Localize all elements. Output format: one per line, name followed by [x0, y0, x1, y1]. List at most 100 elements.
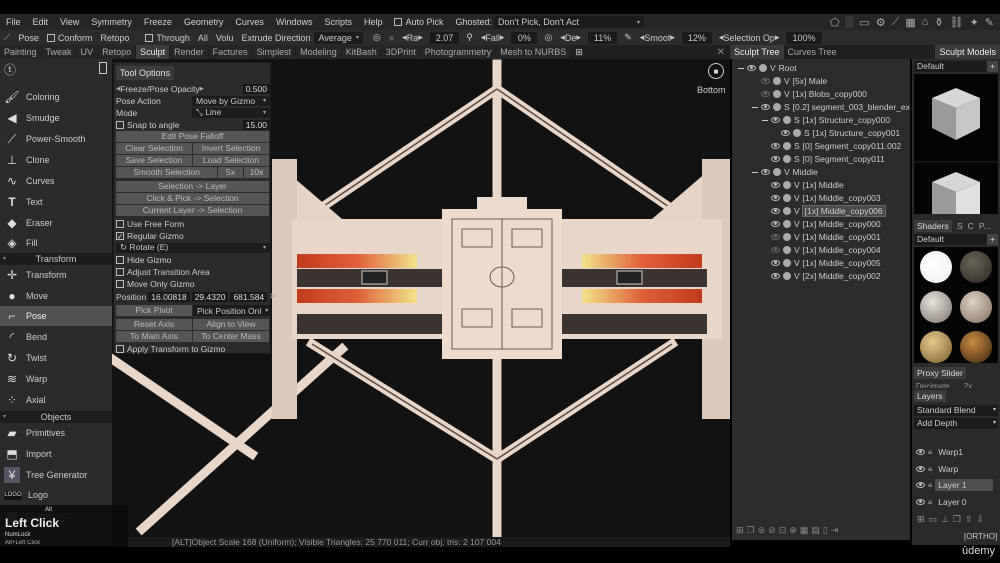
tool-text[interactable]: T Text: [0, 192, 112, 212]
pose-action-dropdown[interactable]: Move by Gizmo ▾: [192, 95, 270, 106]
shading-dot-icon[interactable]: [759, 64, 767, 72]
load-selection-button[interactable]: Load Selection: [193, 155, 270, 166]
conform-checkbox[interactable]: Conform: [43, 33, 97, 43]
mode-dropdown[interactable]: ⤡ Line ▾: [192, 107, 270, 118]
radius-value[interactable]: 2.07: [429, 31, 460, 44]
merge-down-icon[interactable]: ⊥: [941, 514, 949, 525]
add-volume-icon[interactable]: ⊞: [736, 525, 744, 536]
shading-dot-icon[interactable]: [783, 116, 791, 124]
smooth-value[interactable]: 12%: [681, 31, 712, 44]
layer-visibility-icon[interactable]: [916, 498, 925, 505]
delete-icon[interactable]: ▯: [823, 525, 828, 536]
collapse-icon[interactable]: [738, 67, 744, 69]
tree-row[interactable]: V [1x] Middle_copy006: [771, 205, 886, 217]
tool-curves[interactable]: ∿ Curves: [0, 171, 112, 191]
clone-object-icon[interactable]: ❐: [747, 525, 755, 536]
position-x-input[interactable]: 16.00818: [148, 291, 190, 302]
layer-row[interactable]: 🔒︎ Warp1: [916, 446, 966, 458]
shader-tab-s[interactable]: S: [957, 221, 963, 231]
tree-row[interactable]: V [2x] Middle_copy002: [771, 270, 881, 282]
menu-file[interactable]: File: [0, 17, 27, 27]
shading-dot-icon[interactable]: [783, 259, 791, 267]
tab-modeling[interactable]: Modeling: [296, 45, 341, 59]
visibility-eye-icon[interactable]: [761, 169, 770, 175]
shader-white[interactable]: [920, 251, 952, 283]
shader-pearl[interactable]: [960, 291, 992, 323]
tree-row[interactable]: V [1x] Middle_copy005: [771, 257, 881, 269]
shaders-tab[interactable]: Shaders: [914, 220, 952, 232]
tool-import[interactable]: ⬒ Import: [0, 444, 112, 464]
menu-symmetry[interactable]: Symmetry: [85, 17, 138, 27]
tab-tweak[interactable]: Tweak: [41, 45, 76, 59]
chain-brush-icon[interactable]: ⟋: [892, 16, 900, 29]
layer-lock-icon[interactable]: 🔒︎: [928, 447, 932, 457]
visibility-eye-icon[interactable]: [771, 234, 780, 240]
pick-pivot-button[interactable]: Pick Pivot: [116, 305, 193, 316]
shading-dot-icon[interactable]: [793, 129, 801, 137]
tab-3dprint[interactable]: 3DPrint: [381, 45, 420, 59]
apply-transform-checkbox[interactable]: Apply Transform to Gizmo: [116, 343, 270, 354]
fur-icon[interactable]: ▒: [846, 16, 854, 28]
menu-help[interactable]: Help: [358, 17, 389, 27]
layer-lock-icon[interactable]: 🔒︎: [928, 480, 932, 490]
hide-gizmo-checkbox[interactable]: Hide Gizmo: [116, 254, 270, 265]
regular-gizmo-checkbox[interactable]: Regular Gizmo: [116, 230, 270, 241]
tab-kitbash[interactable]: KitBash: [341, 45, 381, 59]
close-icon[interactable]: ✕: [717, 47, 725, 58]
blend-mode-dropdown[interactable]: Standard Blend ▾: [914, 405, 998, 416]
position-z-input[interactable]: 681.584: [230, 291, 268, 302]
to-main-axis-button[interactable]: To Main Axis: [116, 331, 193, 342]
radius-label[interactable]: ◂ Ra ▸: [398, 32, 427, 43]
collapse-icon[interactable]: [752, 171, 758, 173]
align-to-view-button[interactable]: Align to View: [193, 319, 270, 330]
clear-selection-button[interactable]: Clear Selection: [116, 143, 193, 154]
objects-section-header[interactable]: Objects: [0, 411, 112, 423]
layer-lock-icon[interactable]: 🔒︎: [928, 497, 932, 507]
tab-factures[interactable]: Factures: [208, 45, 252, 59]
to-center-mass-button[interactable]: To Center Mass: [193, 331, 270, 342]
tool-bend[interactable]: ◜ Bend: [0, 327, 112, 347]
tree-row[interactable]: S [0.2] segment_003_blender_ex: [752, 101, 910, 113]
menu-view[interactable]: View: [54, 17, 85, 27]
shading-dot-icon[interactable]: [783, 220, 791, 228]
pentagon-icon[interactable]: ⬠: [830, 16, 840, 29]
visibility-eye-icon[interactable]: [771, 221, 780, 227]
shading-dot-icon[interactable]: [783, 194, 791, 202]
add-tab-icon[interactable]: ⊞: [571, 45, 587, 59]
extrude-dropdown[interactable]: Average ▾: [314, 31, 363, 44]
opacity-value[interactable]: 0.500: [242, 83, 270, 94]
tool-power-smooth[interactable]: ⟋ Power-Smooth: [0, 129, 112, 149]
pen-icon[interactable]: ✎: [985, 16, 994, 29]
shading-dot-icon[interactable]: [773, 103, 781, 111]
tab-retopo[interactable]: Retopo: [98, 45, 136, 59]
ghosted-dropdown[interactable]: Don't Pick, Don't Act ▾: [494, 16, 645, 28]
shading-dot-icon[interactable]: [783, 142, 791, 150]
tree-row[interactable]: S [1x] Structure_copy001: [781, 127, 900, 139]
visibility-eye-icon[interactable]: [771, 156, 780, 162]
tree-row[interactable]: V Root: [738, 62, 797, 74]
center-object-icon[interactable]: ⊕: [789, 525, 797, 536]
tree-row[interactable]: S [1x] Structure_copy000: [762, 114, 890, 126]
tree-row[interactable]: V [1x] Middle: [771, 179, 844, 191]
save-selection-button[interactable]: Save Selection: [116, 155, 193, 166]
collapse-icon[interactable]: [752, 106, 758, 108]
add-shader-icon[interactable]: +: [987, 234, 998, 245]
tab-curves-tree[interactable]: Curves Tree: [784, 45, 841, 59]
shader-dark-metal[interactable]: [960, 251, 992, 283]
tree-row[interactable]: V Middle: [752, 166, 818, 178]
visibility-eye-icon[interactable]: [761, 91, 770, 97]
camera-icon[interactable]: ■: [708, 63, 724, 79]
shader-tab-p[interactable]: P...: [979, 221, 991, 231]
grid-icon[interactable]: ▦: [800, 525, 809, 536]
layer-row[interactable]: 🔒︎ Warp: [916, 463, 961, 475]
adjust-transition-checkbox[interactable]: Adjust Transition Area: [116, 266, 270, 277]
smooth-10x-button[interactable]: 10x: [244, 167, 270, 178]
snap-checkbox[interactable]: [116, 120, 124, 129]
frame-icon[interactable]: ▭: [859, 16, 869, 29]
tree-row[interactable]: V [1x] Middle_copy000: [771, 218, 881, 230]
invert-selection-button[interactable]: Invert Selection: [193, 143, 270, 154]
tree-row[interactable]: V [5x] Male: [761, 75, 827, 87]
models-preset-dropdown[interactable]: Default +: [914, 61, 998, 72]
shader-tab-c[interactable]: C: [968, 221, 974, 231]
layer-lock-icon[interactable]: 🔒︎: [928, 464, 932, 474]
